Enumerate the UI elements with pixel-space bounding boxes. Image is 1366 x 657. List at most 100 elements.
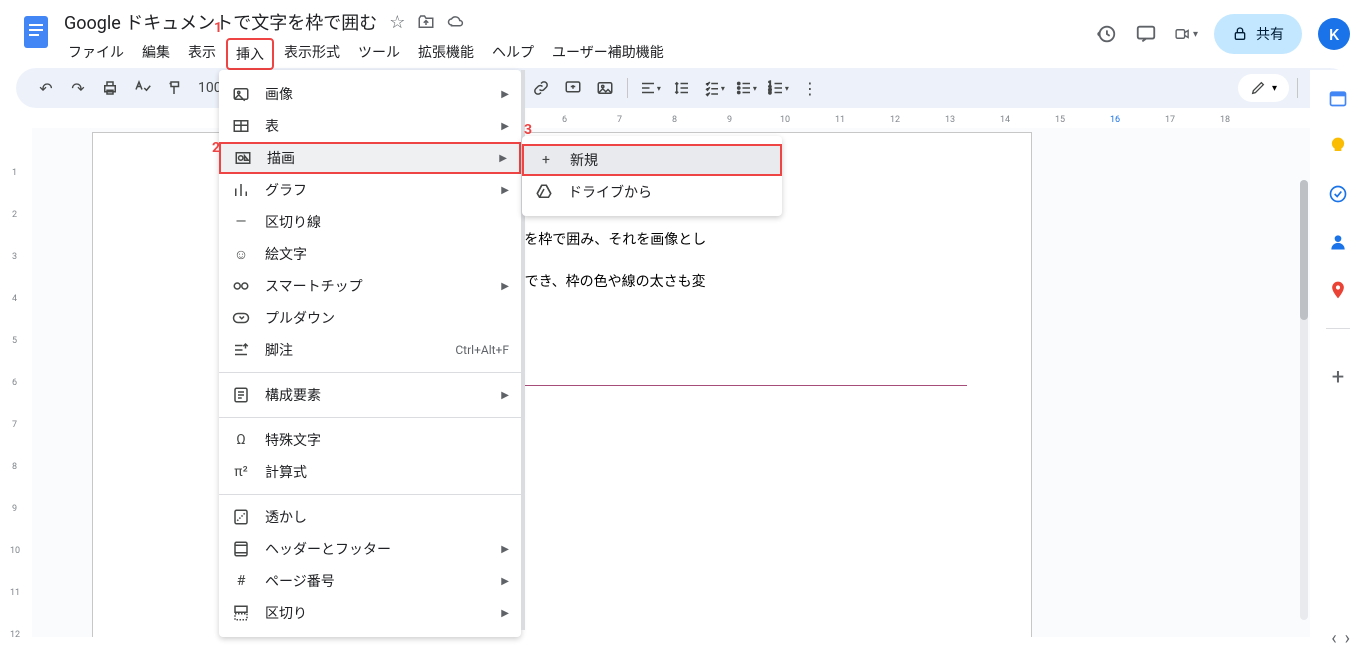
scrollbar-thumb[interactable] — [1300, 180, 1308, 320]
menu-item-pagenum[interactable]: #ページ番号▶ — [219, 565, 521, 597]
submenu-new[interactable]: +新規 — [522, 144, 782, 176]
annotation-2: 2 — [212, 140, 220, 156]
menu-item-components[interactable]: 構成要素▶ — [219, 379, 521, 411]
explore-nav: ‹ › — [1331, 628, 1350, 649]
chevron-right-icon: ▶ — [501, 281, 509, 292]
share-button[interactable]: 共有 — [1214, 14, 1302, 54]
maps-icon[interactable] — [1328, 280, 1348, 300]
menu-item-hr[interactable]: —区切り線 — [219, 206, 521, 238]
chart-icon — [231, 180, 251, 200]
prev-button[interactable]: ‹ — [1331, 628, 1336, 649]
toolbar: ↶ ↷ 100%▾ −11+ B I U A ▾ ▾ ▾ 123▾ ⋮ ▾ ^ — [16, 68, 1350, 108]
menu-extensions[interactable]: 拡張機能 — [410, 38, 482, 70]
hr-icon: — — [231, 212, 251, 232]
menubar: ファイル 編集 表示 挿入 表示形式 ツール 拡張機能 ヘルプ ユーザー補助機能 — [60, 38, 1094, 70]
chevron-right-icon: ▶ — [501, 576, 509, 587]
menu-file[interactable]: ファイル — [60, 38, 132, 70]
numbering-button[interactable]: 123▾ — [764, 74, 792, 102]
editing-mode-button[interactable]: ▾ — [1238, 74, 1289, 102]
menu-accessibility[interactable]: ユーザー補助機能 — [544, 38, 672, 70]
annotation-1: 1 — [214, 20, 222, 36]
add-addon-button[interactable]: + — [1332, 365, 1344, 390]
plus-icon: + — [536, 150, 556, 170]
menu-item-headerfooter[interactable]: ヘッダーとフッター▶ — [219, 533, 521, 565]
menu-item-footnote[interactable]: 脚注Ctrl+Alt+F — [219, 334, 521, 366]
emoji-icon: ☺ — [231, 244, 251, 264]
star-icon[interactable]: ☆ — [389, 12, 405, 33]
menu-item-drawing[interactable]: 描画▶ — [219, 142, 521, 174]
share-label: 共有 — [1256, 24, 1284, 44]
menu-item-break[interactable]: 区切り▶ — [219, 597, 521, 629]
footnote-icon — [231, 340, 251, 360]
side-panel: + — [1310, 70, 1366, 657]
calendar-icon[interactable] — [1328, 88, 1348, 108]
history-icon[interactable] — [1094, 22, 1118, 46]
tasks-icon[interactable] — [1328, 184, 1348, 204]
menu-item-special[interactable]: Ω特殊文字 — [219, 424, 521, 456]
menu-help[interactable]: ヘルプ — [484, 38, 542, 70]
vertical-ruler[interactable]: 1 2 3 4 5 6 7 8 9 10 11 12 — [0, 128, 32, 657]
menu-item-image[interactable]: 画像▶ — [219, 78, 521, 110]
align-button[interactable]: ▾ — [636, 74, 664, 102]
next-button[interactable]: › — [1345, 628, 1350, 649]
chevron-right-icon: ▶ — [501, 89, 509, 100]
headerfooter-icon — [231, 539, 251, 559]
hash-icon: # — [231, 571, 251, 591]
checklist-button[interactable]: ▾ — [700, 74, 728, 102]
chevron-right-icon: ▶ — [501, 185, 509, 196]
more-button[interactable]: ⋮ — [796, 74, 824, 102]
pi-icon: π² — [231, 462, 251, 482]
submenu-drive[interactable]: ドライブから — [522, 176, 782, 208]
link-button[interactable] — [527, 74, 555, 102]
watermark-icon — [231, 507, 251, 527]
cloud-status-icon[interactable] — [447, 13, 465, 31]
avatar[interactable]: K — [1318, 18, 1350, 50]
menu-item-pulldown[interactable]: プルダウン — [219, 302, 521, 334]
image-button[interactable] — [591, 74, 619, 102]
omega-icon: Ω — [231, 430, 251, 450]
contacts-icon[interactable] — [1328, 232, 1348, 252]
comments-icon[interactable] — [1134, 22, 1158, 46]
line-spacing-button[interactable] — [668, 74, 696, 102]
comment-button[interactable] — [559, 74, 587, 102]
chevron-right-icon: ▶ — [501, 121, 509, 132]
components-icon — [231, 385, 251, 405]
drawing-submenu: +新規 ドライブから — [522, 136, 782, 216]
menu-item-watermark[interactable]: 透かし — [219, 501, 521, 533]
svg-text:3: 3 — [768, 90, 771, 96]
annotation-3: 3 — [524, 122, 532, 138]
menu-format[interactable]: 表示形式 — [276, 38, 348, 70]
spellcheck-button[interactable] — [128, 74, 156, 102]
pulldown-icon — [231, 308, 251, 328]
menu-item-equation[interactable]: π²計算式 — [219, 456, 521, 488]
undo-button[interactable]: ↶ — [32, 74, 60, 102]
vertical-scrollbar[interactable] — [1300, 180, 1308, 620]
docs-logo[interactable] — [16, 12, 56, 52]
insert-dropdown-menu: 画像▶ 表▶ 描画▶ グラフ▶ —区切り線 ☺絵文字 スマートチップ▶ プルダウ… — [219, 70, 521, 637]
menu-view[interactable]: 表示 — [180, 38, 224, 70]
menu-item-chart[interactable]: グラフ▶ — [219, 174, 521, 206]
redo-button[interactable]: ↷ — [64, 74, 92, 102]
menu-item-table[interactable]: 表▶ — [219, 110, 521, 142]
chevron-right-icon: ▶ — [499, 153, 507, 164]
drawing-icon — [233, 148, 253, 168]
bullets-button[interactable]: ▾ — [732, 74, 760, 102]
menu-insert[interactable]: 挿入 — [226, 38, 274, 70]
chevron-right-icon: ▶ — [501, 544, 509, 555]
drive-icon — [534, 182, 554, 202]
image-icon — [231, 84, 251, 104]
chevron-right-icon: ▶ — [501, 390, 509, 401]
video-icon[interactable]: ▾ — [1174, 22, 1198, 46]
print-button[interactable] — [96, 74, 124, 102]
menu-edit[interactable]: 編集 — [134, 38, 178, 70]
menu-item-emoji[interactable]: ☺絵文字 — [219, 238, 521, 270]
chevron-right-icon: ▶ — [501, 608, 509, 619]
smartchip-icon — [231, 276, 251, 296]
paint-format-button[interactable] — [160, 74, 188, 102]
move-icon[interactable] — [417, 13, 435, 31]
table-icon — [231, 116, 251, 136]
menu-item-smartchip[interactable]: スマートチップ▶ — [219, 270, 521, 302]
menu-tools[interactable]: ツール — [350, 38, 408, 70]
break-icon — [231, 603, 251, 623]
keep-icon[interactable] — [1328, 136, 1348, 156]
